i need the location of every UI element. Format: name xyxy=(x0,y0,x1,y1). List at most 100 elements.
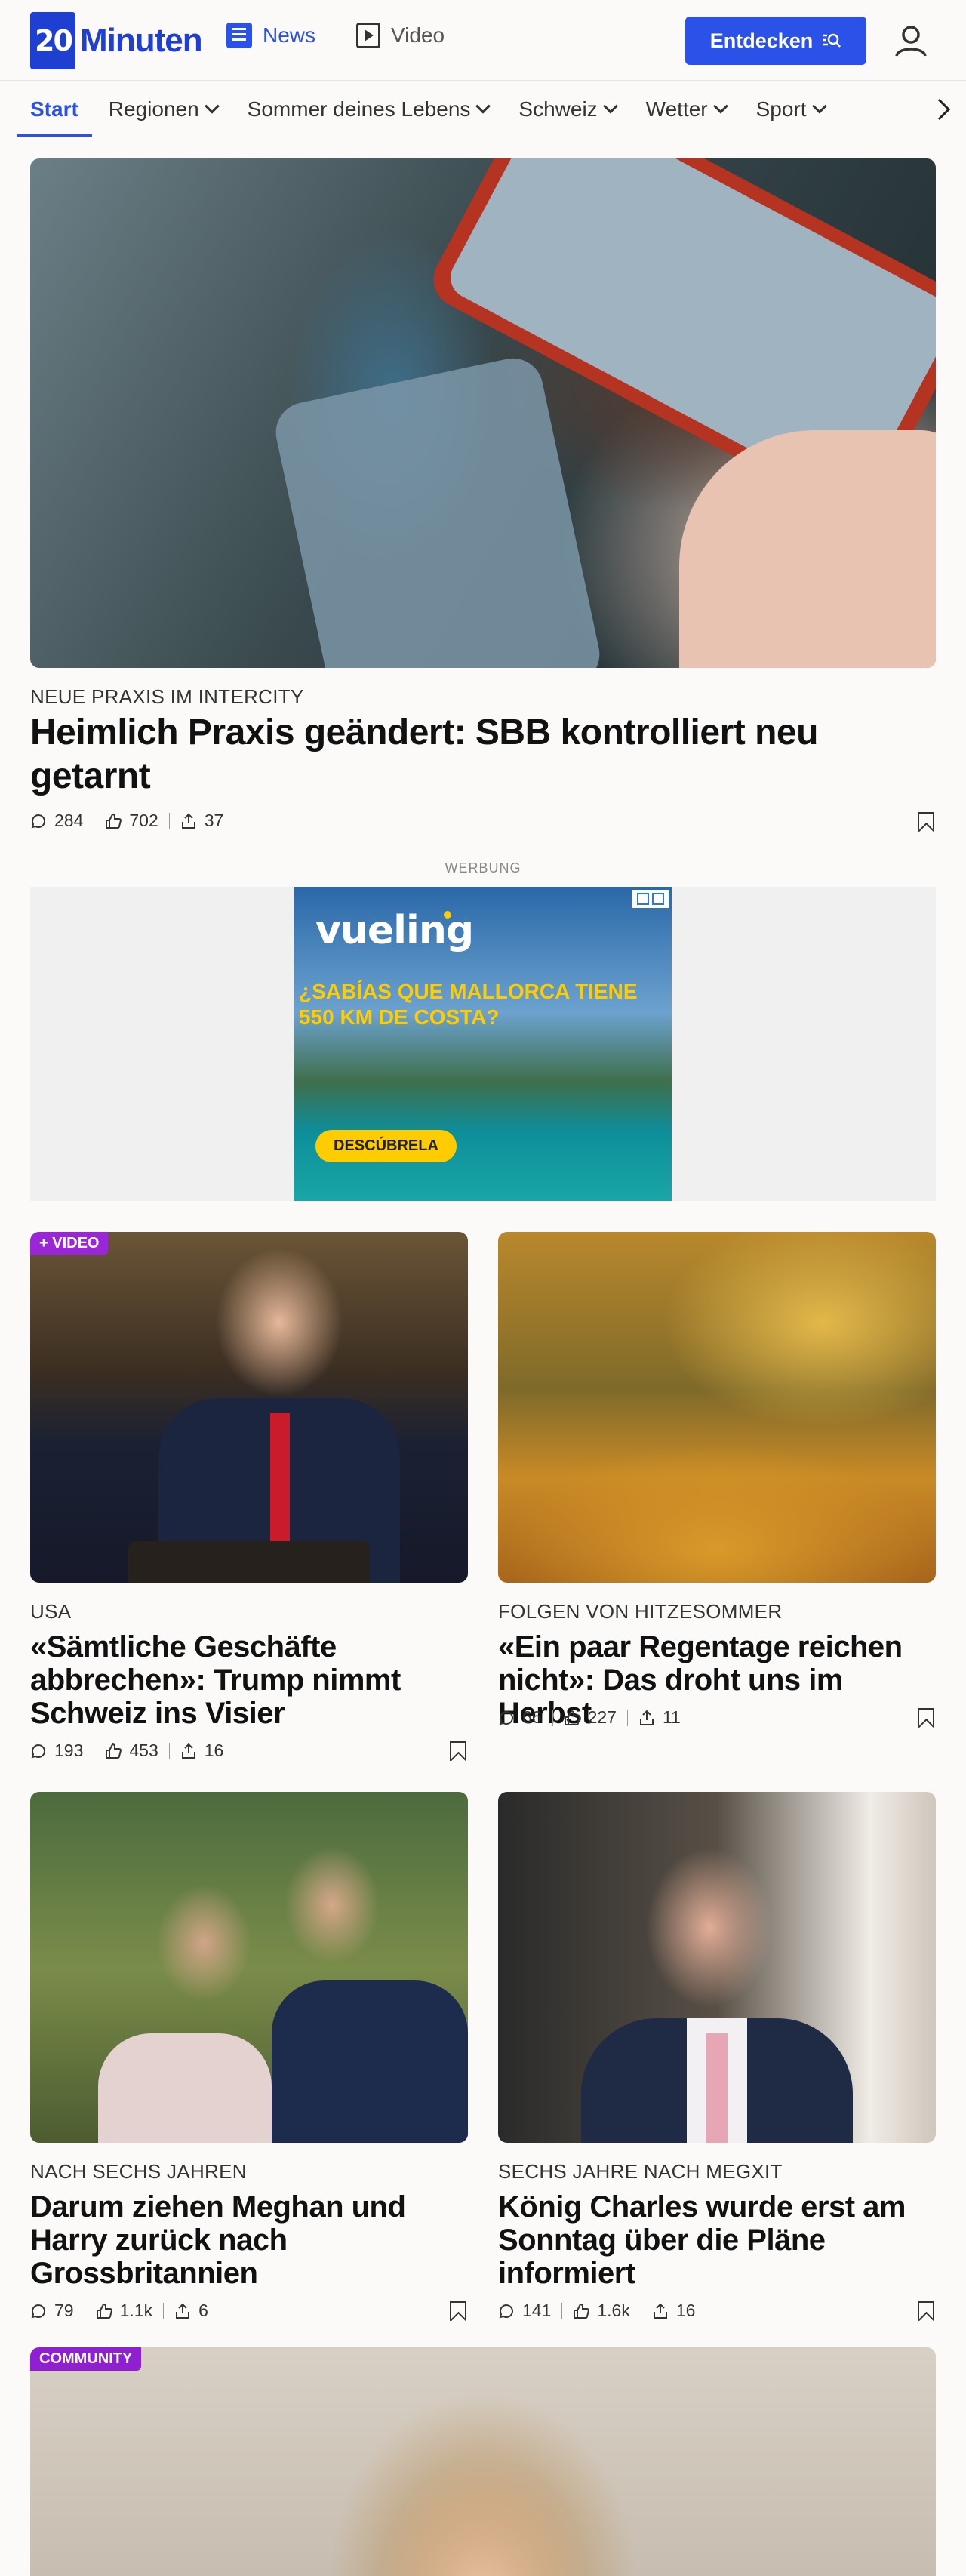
likes-count[interactable]: 702 xyxy=(105,811,158,831)
logo-number: 20 xyxy=(35,24,73,57)
shares-count[interactable]: 37 xyxy=(180,811,224,831)
article-kicker: SECHS JAHRE NACH MEGXIT xyxy=(498,2160,783,2183)
comments-value: 141 xyxy=(522,2301,552,2320)
comments-value: 193 xyxy=(54,1740,84,1760)
comments-count[interactable]: 141 xyxy=(498,2301,551,2321)
nav-news[interactable]: News xyxy=(226,23,315,48)
comments-count[interactable]: 66 xyxy=(498,1707,542,1728)
discover-button[interactable]: Entdecken xyxy=(685,17,866,65)
ad-cta-button[interactable]: DESCÚBRELA xyxy=(315,1130,457,1162)
user-icon[interactable] xyxy=(891,21,931,62)
thumbs-up-icon xyxy=(574,2303,590,2319)
likes-count[interactable]: 1.6k xyxy=(573,2301,630,2321)
comments-count[interactable]: 284 xyxy=(30,811,83,831)
article-title[interactable]: Darum ziehen Meghan und Harry zurück nac… xyxy=(30,2190,453,2290)
tab-sport[interactable]: Sport xyxy=(755,81,827,137)
tab-label: Schweiz xyxy=(518,97,598,121)
article-meta: 79 1.1k 6 xyxy=(30,2301,208,2321)
ad-headline: ¿SABÍAS QUE MALLORCA TIENE 550 KM DE COS… xyxy=(299,980,638,1029)
site-logo[interactable]: 20 Minuten xyxy=(30,12,203,69)
comments-value: 66 xyxy=(522,1707,542,1727)
shares-value: 6 xyxy=(198,2301,208,2320)
top-header: 20 Minuten News Video Entdecken xyxy=(0,0,966,80)
hero-meta: 284 702 37 xyxy=(30,811,223,831)
article-meta: 66 227 11 xyxy=(498,1707,681,1728)
article-kicker: USA xyxy=(30,1600,72,1623)
tab-label: Sommer deines Lebens xyxy=(247,97,471,121)
nav-news-label: News xyxy=(263,23,316,47)
ad-banner[interactable]: vueling ¿SABÍAS QUE MALLORCA TIENE 550 K… xyxy=(294,887,672,1201)
hero-phone-blurred xyxy=(270,352,605,668)
chevron-down-icon xyxy=(712,98,728,114)
article-image-trump[interactable]: + VIDEO xyxy=(30,1232,468,1583)
video-tag: + VIDEO xyxy=(30,1232,109,1255)
image-dress xyxy=(98,2033,272,2143)
nav-video[interactable]: Video xyxy=(356,23,445,48)
tab-schweiz[interactable]: Schweiz xyxy=(518,81,618,137)
shares-count[interactable]: 16 xyxy=(180,1740,224,1761)
likes-count[interactable]: 453 xyxy=(105,1740,158,1761)
likes-count[interactable]: 227 xyxy=(564,1707,617,1728)
article-title[interactable]: «Sämtliche Geschäfte abbrechen»: Trump n… xyxy=(30,1630,453,1730)
hero-title[interactable]: Heimlich Praxis geändert: SBB kontrollie… xyxy=(30,711,875,799)
tab-start[interactable]: Start xyxy=(17,81,92,137)
shares-count[interactable]: 11 xyxy=(638,1707,681,1728)
bookmark-icon[interactable] xyxy=(918,812,934,832)
bookmark-icon[interactable] xyxy=(918,2301,934,2321)
bookmark-icon[interactable] xyxy=(918,1708,934,1728)
thumbs-up-icon xyxy=(106,1743,122,1759)
chevron-down-icon xyxy=(204,98,220,114)
likes-value: 702 xyxy=(129,811,158,830)
tab-sommer[interactable]: Sommer deines Lebens xyxy=(247,81,491,137)
article-image-charles[interactable] xyxy=(498,1792,936,2143)
share-icon xyxy=(181,1743,195,1759)
bookmark-icon[interactable] xyxy=(450,1741,466,1761)
hero-hand xyxy=(679,430,936,668)
logo-mark: 20 xyxy=(30,12,75,69)
comments-count[interactable]: 193 xyxy=(30,1740,83,1761)
comments-count[interactable]: 79 xyxy=(30,2301,74,2321)
subnav-next-button[interactable] xyxy=(913,81,966,137)
tab-label: Regionen xyxy=(108,97,199,121)
shares-count[interactable]: 6 xyxy=(174,2301,208,2321)
community-article-image[interactable]: COMMUNITY xyxy=(30,2347,936,2576)
comments-value: 284 xyxy=(54,811,84,830)
comment-icon xyxy=(31,2304,45,2318)
likes-count[interactable]: 1.1k xyxy=(96,2301,152,2321)
logo-text: Minuten xyxy=(80,22,203,59)
ad-choices-icon[interactable] xyxy=(632,890,669,908)
article-image-meghan-harry[interactable] xyxy=(30,1792,468,2143)
image-jacket xyxy=(272,1980,468,2143)
article-meta: 193 453 16 xyxy=(30,1740,223,1761)
chevron-down-icon xyxy=(475,98,491,114)
article-meta: 141 1.6k 16 xyxy=(498,2301,695,2321)
shares-count[interactable]: 16 xyxy=(652,2301,696,2321)
thumbs-up-icon xyxy=(106,813,122,829)
image-tie xyxy=(706,2033,728,2143)
shares-value: 16 xyxy=(204,1740,224,1760)
ad-label: WERBUNG xyxy=(30,860,936,876)
tab-label: Start xyxy=(30,97,78,121)
comment-icon xyxy=(31,1743,45,1758)
tab-regionen[interactable]: Regionen xyxy=(108,81,220,137)
tab-wetter[interactable]: Wetter xyxy=(646,81,728,137)
share-icon xyxy=(176,2303,190,2319)
video-icon xyxy=(356,23,381,48)
likes-value: 227 xyxy=(587,1707,617,1727)
hero-image[interactable] xyxy=(30,158,936,668)
shares-value: 16 xyxy=(675,2301,696,2320)
likes-value: 1.6k xyxy=(597,2301,630,2320)
article-kicker: FOLGEN VON HITZESOMMER xyxy=(498,1600,783,1623)
category-nav: Start Regionen Sommer deines Lebens Schw… xyxy=(0,80,966,137)
thumbs-up-icon xyxy=(96,2303,112,2319)
article-image-autumn[interactable] xyxy=(498,1232,936,1583)
share-icon xyxy=(181,813,195,829)
shares-value: 37 xyxy=(204,811,224,830)
search-list-icon xyxy=(823,33,841,48)
comment-icon xyxy=(499,2304,513,2318)
nav-video-label: Video xyxy=(391,23,445,47)
article-title[interactable]: König Charles wurde erst am Sonntag über… xyxy=(498,2190,921,2290)
bookmark-icon[interactable] xyxy=(450,2301,466,2321)
thumbs-up-icon xyxy=(564,1710,580,1725)
tab-label: Sport xyxy=(755,97,807,121)
